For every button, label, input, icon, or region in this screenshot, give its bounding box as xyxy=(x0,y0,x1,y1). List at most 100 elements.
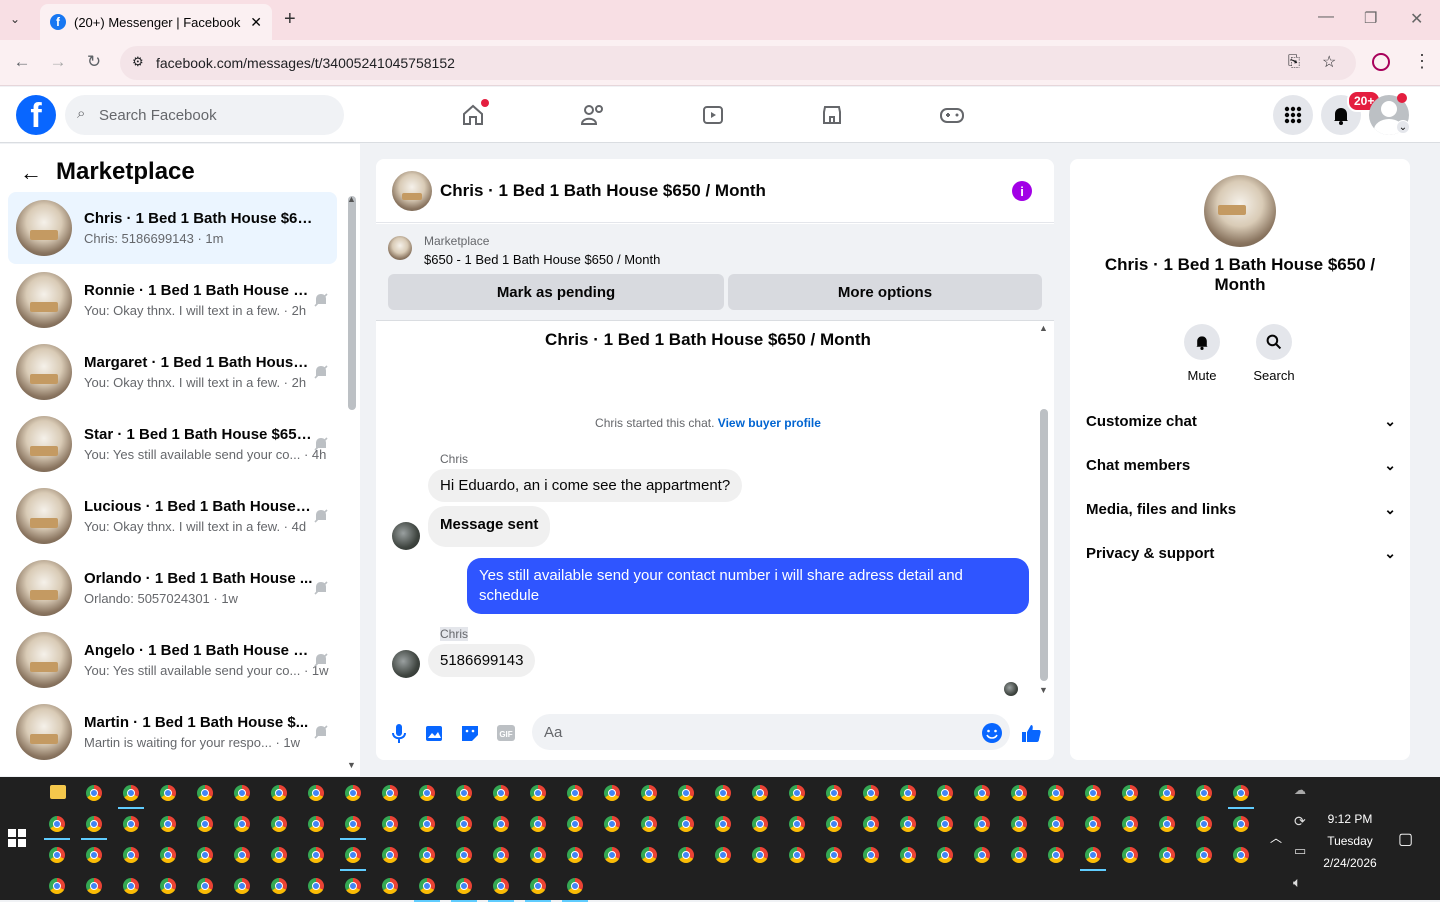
chrome-taskbar-icon[interactable] xyxy=(1122,847,1138,863)
back-icon[interactable]: ← xyxy=(11,52,33,72)
conversation-item[interactable]: Star · 1 Bed 1 Bath House $650 / ... You:… xyxy=(8,408,337,480)
chrome-taskbar-icon[interactable] xyxy=(123,847,139,863)
chrome-taskbar-icon[interactable] xyxy=(456,785,472,801)
chrome-taskbar-icon[interactable] xyxy=(752,847,768,863)
chrome-taskbar-icon[interactable] xyxy=(641,847,657,863)
chrome-taskbar-icon[interactable] xyxy=(308,847,324,863)
bookmark-star-icon[interactable]: ☆ xyxy=(1322,52,1336,72)
message-input[interactable]: Aa xyxy=(532,714,1010,750)
chrome-taskbar-icon[interactable] xyxy=(1196,847,1212,863)
attach-image-icon[interactable] xyxy=(423,722,445,744)
details-avatar[interactable] xyxy=(1204,175,1276,247)
scroll-up-icon[interactable]: ▲ xyxy=(347,194,356,204)
chrome-taskbar-icon[interactable] xyxy=(197,816,213,832)
chrome-taskbar-icon[interactable] xyxy=(419,816,435,832)
message-bubble[interactable]: Message sent xyxy=(428,506,551,547)
chrome-taskbar-icon[interactable] xyxy=(382,847,398,863)
chrome-taskbar-icon[interactable] xyxy=(863,816,879,832)
chrome-taskbar-icon[interactable] xyxy=(197,878,213,894)
reload-icon[interactable]: ↻ xyxy=(83,52,105,72)
omnibox[interactable]: ⚙ facebook.com/messages/t/34005241045758… xyxy=(120,46,1356,80)
conversation-item[interactable]: Ronnie · 1 Bed 1 Bath House $... You: Oka… xyxy=(8,264,337,336)
conversation-item[interactable]: Angelo · 1 Bed 1 Bath House $65... You: Y… xyxy=(8,624,337,696)
chrome-taskbar-icon[interactable] xyxy=(86,847,102,863)
chrome-taskbar-icon[interactable] xyxy=(567,785,583,801)
chrome-taskbar-icon[interactable] xyxy=(271,785,287,801)
chrome-taskbar-icon[interactable] xyxy=(1011,816,1027,832)
account-chevron-icon[interactable]: ⌄ xyxy=(1396,120,1410,134)
file-explorer-icon[interactable] xyxy=(50,785,66,799)
chrome-taskbar-icon[interactable] xyxy=(382,785,398,801)
chrome-taskbar-icon[interactable] xyxy=(974,816,990,832)
volume-icon[interactable]: 🔈︎ xyxy=(1293,874,1301,891)
chrome-taskbar-icon[interactable] xyxy=(863,847,879,863)
chrome-taskbar-icon[interactable] xyxy=(160,878,176,894)
mark-pending-button[interactable]: Mark as pending xyxy=(388,274,724,310)
chrome-taskbar-icon[interactable] xyxy=(123,878,139,894)
chrome-taskbar-icon[interactable] xyxy=(1233,847,1249,863)
chrome-taskbar-icon[interactable] xyxy=(678,847,694,863)
chrome-taskbar-icon[interactable] xyxy=(49,847,65,863)
chrome-taskbar-icon[interactable] xyxy=(86,816,102,832)
chrome-taskbar-icon[interactable] xyxy=(1085,785,1101,801)
chrome-taskbar-icon[interactable] xyxy=(641,816,657,832)
chrome-taskbar-icon[interactable] xyxy=(493,847,509,863)
chrome-taskbar-icon[interactable] xyxy=(1196,785,1212,801)
details-section[interactable]: Privacy & support ⌄ xyxy=(1086,531,1396,575)
chrome-taskbar-icon[interactable] xyxy=(1122,816,1138,832)
chrome-taskbar-icon[interactable] xyxy=(160,847,176,863)
conversation-item[interactable]: Chris · 1 Bed 1 Bath House $650 ... Chris… xyxy=(8,192,337,264)
chrome-taskbar-icon[interactable] xyxy=(826,816,842,832)
chrome-taskbar-icon[interactable] xyxy=(456,878,472,894)
site-info-icon[interactable]: ⚙ xyxy=(132,54,144,70)
back-arrow-icon[interactable]: ← xyxy=(20,160,42,186)
microphone-icon[interactable] xyxy=(388,722,410,744)
chrome-taskbar-icon[interactable] xyxy=(86,878,102,894)
chrome-taskbar-icon[interactable] xyxy=(382,816,398,832)
browser-tab[interactable]: f (20+) Messenger | Facebook ✕ xyxy=(40,4,272,40)
details-section[interactable]: Customize chat ⌄ xyxy=(1086,399,1396,443)
chrome-taskbar-icon[interactable] xyxy=(419,785,435,801)
chrome-taskbar-icon[interactable] xyxy=(937,785,953,801)
chrome-taskbar-icon[interactable] xyxy=(123,785,139,801)
conversation-item[interactable]: Martin · 1 Bed 1 Bath House $... Martin i… xyxy=(8,696,337,768)
chrome-taskbar-icon[interactable] xyxy=(900,785,916,801)
chrome-taskbar-icon[interactable] xyxy=(789,816,805,832)
listing-thumb[interactable] xyxy=(388,236,412,260)
message-bubble[interactable]: 5186699143 xyxy=(428,644,536,677)
chrome-taskbar-icon[interactable] xyxy=(345,878,361,894)
chrome-taskbar-icon[interactable] xyxy=(937,816,953,832)
emoji-icon[interactable] xyxy=(981,722,1003,744)
chrome-taskbar-icon[interactable] xyxy=(1048,785,1064,801)
chrome-taskbar-icon[interactable] xyxy=(937,847,953,863)
chrome-taskbar-icon[interactable] xyxy=(678,785,694,801)
chrome-taskbar-icon[interactable] xyxy=(234,816,250,832)
chrome-taskbar-icon[interactable] xyxy=(715,816,731,832)
minimize-icon[interactable]: — xyxy=(1318,8,1334,26)
sender-avatar[interactable] xyxy=(392,650,420,678)
chrome-taskbar-icon[interactable] xyxy=(530,785,546,801)
chrome-taskbar-icon[interactable] xyxy=(1159,847,1175,863)
chrome-taskbar-icon[interactable] xyxy=(974,847,990,863)
chrome-taskbar-icon[interactable] xyxy=(160,785,176,801)
home-icon[interactable] xyxy=(453,97,493,133)
left-scrollbar[interactable] xyxy=(348,196,356,410)
menu-grid-icon[interactable] xyxy=(1273,95,1313,135)
browser-menu-icon[interactable]: ⋮ xyxy=(1413,51,1431,72)
more-options-button[interactable]: More options xyxy=(728,274,1042,310)
sticker-icon[interactable] xyxy=(459,722,481,744)
chrome-taskbar-icon[interactable] xyxy=(530,816,546,832)
chrome-taskbar-icon[interactable] xyxy=(234,878,250,894)
listing-title[interactable]: $650 - 1 Bed 1 Bath House $650 / Month xyxy=(424,252,660,267)
chrome-taskbar-icon[interactable] xyxy=(160,816,176,832)
chrome-taskbar-icon[interactable] xyxy=(604,847,620,863)
notification-center-icon[interactable]: ▢ xyxy=(1398,829,1413,849)
chrome-taskbar-icon[interactable] xyxy=(1011,785,1027,801)
cloud-icon[interactable]: ☁ xyxy=(1294,783,1306,797)
chrome-taskbar-icon[interactable] xyxy=(493,878,509,894)
chrome-taskbar-icon[interactable] xyxy=(863,785,879,801)
profile-icon[interactable] xyxy=(1372,53,1390,71)
chrome-taskbar-icon[interactable] xyxy=(1159,816,1175,832)
chrome-taskbar-icon[interactable] xyxy=(567,816,583,832)
chrome-taskbar-icon[interactable] xyxy=(752,816,768,832)
